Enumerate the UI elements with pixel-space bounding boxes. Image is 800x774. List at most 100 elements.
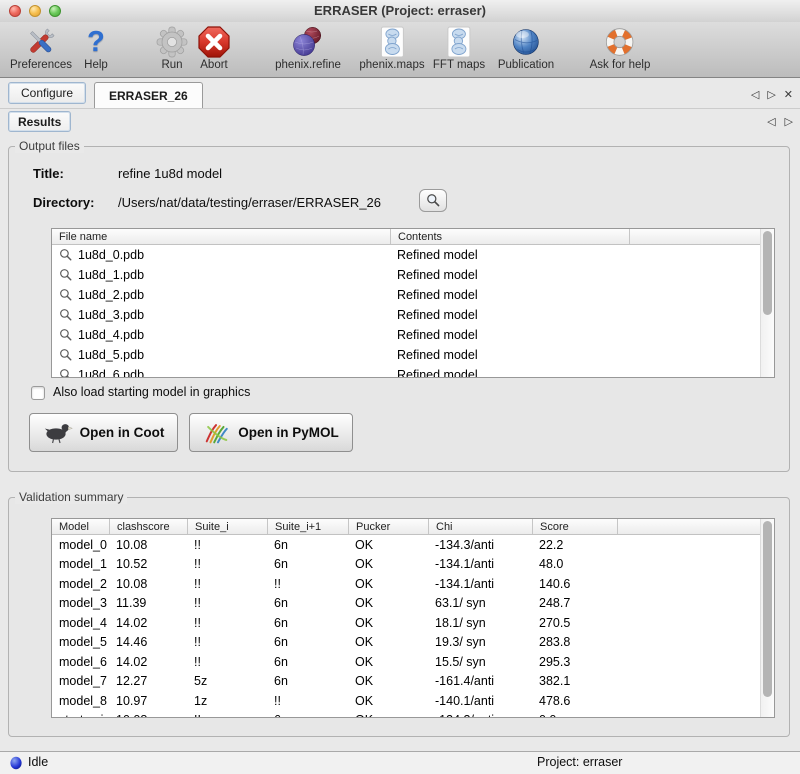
column-header-clashscore[interactable]: clashscore: [109, 519, 187, 534]
app-window: ERRASER (Project: erraser) Preferences: [0, 0, 800, 774]
toolbar-button-run[interactable]: Run: [155, 25, 189, 71]
toolbar-button-abort[interactable]: Abort: [197, 25, 231, 71]
validation-cell: 6n: [267, 655, 348, 669]
validation-scrollbar-thumb[interactable]: [763, 521, 772, 697]
validation-row[interactable]: model_210.08!!!!OK-134.1/anti140.6: [52, 574, 774, 594]
directory-field-value: /Users/nat/data/testing/erraser/ERRASER_…: [118, 195, 381, 210]
validation-row[interactable]: model_810.971z!!OK-140.1/anti478.6: [52, 691, 774, 711]
column-header-score[interactable]: Score: [532, 519, 617, 534]
validation-cell: OK: [348, 616, 428, 630]
validation-cell: 1z: [187, 694, 267, 708]
file-name-cell: 1u8d_5.pdb: [52, 348, 390, 362]
file-row[interactable]: 1u8d_4.pdbRefined model: [52, 325, 774, 345]
file-row[interactable]: 1u8d_0.pdbRefined model: [52, 245, 774, 265]
magnifier-icon: [59, 348, 73, 362]
validation-cell: !!: [187, 655, 267, 669]
toolbar-button-preferences[interactable]: Preferences: [10, 25, 72, 71]
toolbar-button-phenix-maps[interactable]: phenix.maps: [359, 25, 424, 71]
tab-next-icon[interactable]: ▷: [767, 88, 775, 101]
file-row[interactable]: 1u8d_1.pdbRefined model: [52, 265, 774, 285]
results-next-icon[interactable]: ▷: [785, 115, 793, 128]
column-header-pucker[interactable]: Pucker: [348, 519, 428, 534]
validation-summary-group-label: Validation summary: [15, 490, 127, 504]
toolbar-button-ask-for-help[interactable]: Ask for help: [590, 25, 651, 71]
open-in-pymol-label: Open in PyMOL: [238, 425, 339, 440]
validation-cell: model_0: [52, 538, 109, 552]
toolbar-label: FFT maps: [433, 59, 485, 71]
validation-cell: 6n: [267, 616, 348, 630]
toolbar-button-fft-maps[interactable]: FFT maps: [433, 25, 485, 71]
file-row[interactable]: 1u8d_3.pdbRefined model: [52, 305, 774, 325]
validation-cell: !!: [187, 713, 267, 718]
column-header-contents[interactable]: Contents: [390, 229, 629, 244]
file-contents-cell: Refined model: [390, 348, 629, 362]
titlebar: ERRASER (Project: erraser): [0, 0, 800, 23]
file-name: 1u8d_6.pdb: [78, 368, 144, 378]
magnifier-icon: [59, 368, 73, 378]
spheres-icon: [291, 25, 325, 59]
validation-row[interactable]: model_311.39!!6nOK63.1/ syn248.7: [52, 594, 774, 614]
validation-row[interactable]: model_514.46!!6nOK19.3/ syn283.8: [52, 633, 774, 653]
tab-configure[interactable]: Configure: [8, 82, 86, 104]
validation-table-body: model_010.08!!6nOK-134.3/anti22.2model_1…: [52, 535, 774, 718]
tab-results[interactable]: Results: [8, 111, 71, 132]
validation-cell: 6n: [267, 713, 348, 718]
validation-cell: model_1: [52, 557, 109, 571]
tab-close-icon[interactable]: ✕: [784, 88, 793, 101]
validation-row[interactable]: model_614.02!!6nOK15.5/ syn295.3: [52, 652, 774, 672]
validation-cell: 478.6: [532, 694, 617, 708]
toolbar-label: Run: [161, 59, 182, 71]
validation-cell: 10.08: [109, 713, 187, 718]
file-list-scrollbar-thumb[interactable]: [763, 231, 772, 315]
tab-prev-icon[interactable]: ◁: [751, 88, 759, 101]
title-field-label: Title:: [33, 166, 64, 181]
toolbar-button-help[interactable]: ? Help: [79, 25, 113, 71]
validation-cell: OK: [348, 635, 428, 649]
column-header-suite-i1[interactable]: Suite_i+1: [267, 519, 348, 534]
file-list-scrollbar[interactable]: [760, 229, 774, 377]
file-row[interactable]: 1u8d_6.pdbRefined model: [52, 365, 774, 378]
open-in-coot-button[interactable]: Open in Coot: [29, 413, 178, 452]
file-name: 1u8d_4.pdb: [78, 328, 144, 342]
validation-cell: 48.0: [532, 557, 617, 571]
file-name-cell: 1u8d_4.pdb: [52, 328, 390, 342]
browse-directory-button[interactable]: [419, 189, 447, 212]
tab-erraser-26[interactable]: ERRASER_26: [94, 82, 203, 108]
validation-row[interactable]: model_010.08!!6nOK-134.3/anti22.2: [52, 535, 774, 555]
globe-icon: [509, 25, 543, 59]
file-name-cell: 1u8d_3.pdb: [52, 308, 390, 322]
column-header-file-name[interactable]: File name: [52, 229, 390, 244]
validation-row[interactable]: model_414.02!!6nOK18.1/ syn270.5: [52, 613, 774, 633]
validation-cell: OK: [348, 596, 428, 610]
column-header-model[interactable]: Model: [52, 519, 109, 534]
column-header-blank: [617, 519, 774, 534]
validation-row[interactable]: start_min10.08!!6nOK-134.3/anti0.0: [52, 711, 774, 719]
validation-cell: -134.1/anti: [428, 577, 532, 591]
validation-cell: model_7: [52, 674, 109, 688]
validation-cell: 0.0: [532, 713, 617, 718]
toolbar-label: Help: [84, 59, 108, 71]
magnifier-icon: [59, 308, 73, 322]
magnifier-icon: [59, 328, 73, 342]
file-name-cell: 1u8d_0.pdb: [52, 248, 390, 262]
column-header-chi[interactable]: Chi: [428, 519, 532, 534]
validation-row[interactable]: model_712.275z6nOK-161.4/anti382.1: [52, 672, 774, 692]
file-table-body: 1u8d_0.pdbRefined model 1u8d_1.pdbRefine…: [52, 245, 774, 378]
column-header-suite-i[interactable]: Suite_i: [187, 519, 267, 534]
results-nav-buttons: ◁ ▷: [767, 115, 793, 128]
validation-row[interactable]: model_110.52!!6nOK-134.1/anti48.0: [52, 555, 774, 575]
title-field-value: refine 1u8d model: [118, 166, 222, 181]
toolbar-button-publication[interactable]: Publication: [498, 25, 554, 71]
toolbar-button-phenix-refine[interactable]: phenix.refine: [275, 25, 341, 71]
validation-cell: 5z: [187, 674, 267, 688]
validation-scrollbar[interactable]: [760, 519, 774, 717]
validation-cell: model_5: [52, 635, 109, 649]
load-starting-model-checkbox[interactable]: [31, 386, 45, 400]
file-row[interactable]: 1u8d_5.pdbRefined model: [52, 345, 774, 365]
results-prev-icon[interactable]: ◁: [767, 115, 775, 128]
gear-icon: [155, 25, 189, 59]
open-in-pymol-button[interactable]: Open in PyMOL: [189, 413, 353, 452]
file-name: 1u8d_2.pdb: [78, 288, 144, 302]
validation-table: Model clashscore Suite_i Suite_i+1 Pucke…: [51, 518, 775, 718]
file-row[interactable]: 1u8d_2.pdbRefined model: [52, 285, 774, 305]
